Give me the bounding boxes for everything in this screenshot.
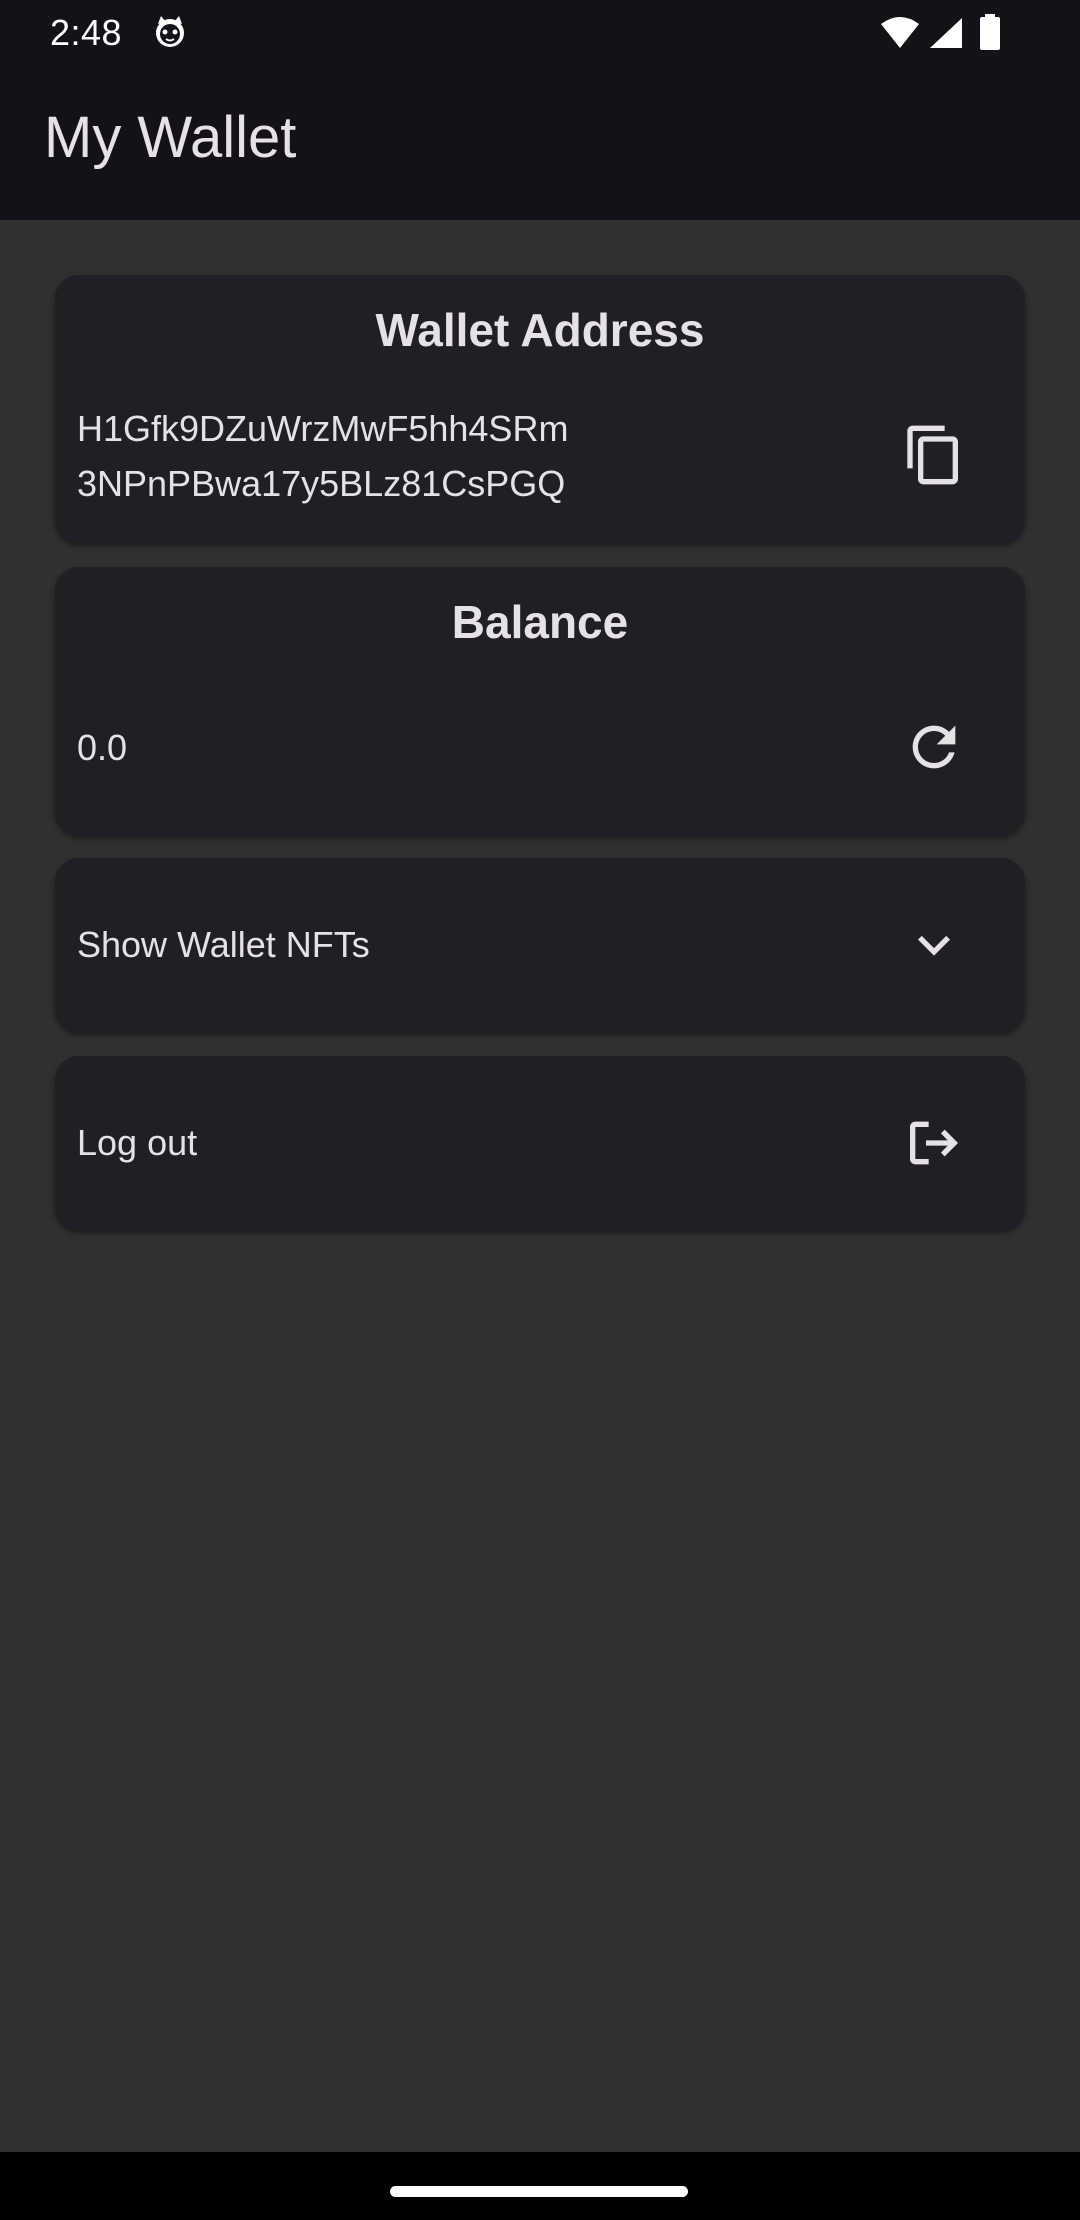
copy-icon[interactable] [902,423,966,487]
wifi-icon [881,17,919,48]
wallet-address-line-1: H1Gfk9DZuWrzMwF5hh4SRm [77,408,569,449]
balance-card: Balance 0.0 [55,567,1025,835]
status-bar: 2:48 [0,0,1080,64]
refresh-icon[interactable] [902,715,966,779]
logout-card[interactable]: Log out [55,1056,1025,1230]
app-bar: My Wallet [0,64,1080,220]
wallet-address-card: Wallet Address H1Gfk9DZuWrzMwF5hh4SRm 3N… [55,275,1025,543]
logout-label: Log out [77,1122,198,1163]
show-nfts-label: Show Wallet NFTs [77,924,370,965]
cellular-signal-icon [930,18,962,48]
navigation-bar [0,2152,1080,2220]
status-time: 2:48 [50,12,123,53]
cat-face-icon [156,16,184,47]
logout-icon[interactable] [902,1111,966,1175]
show-nfts-card[interactable]: Show Wallet NFTs [55,858,1025,1032]
chevron-down-icon[interactable] [902,913,966,977]
home-gesture-handle[interactable] [390,2186,688,2197]
wallet-address-title: Wallet Address [375,304,705,356]
balance-title: Balance [451,596,629,648]
wallet-address-line-2: 3NPnPBwa17y5BLz81CsPGQ [77,463,566,504]
battery-icon [980,14,1000,50]
balance-value: 0.0 [77,727,128,768]
page-title: My Wallet [44,105,297,170]
